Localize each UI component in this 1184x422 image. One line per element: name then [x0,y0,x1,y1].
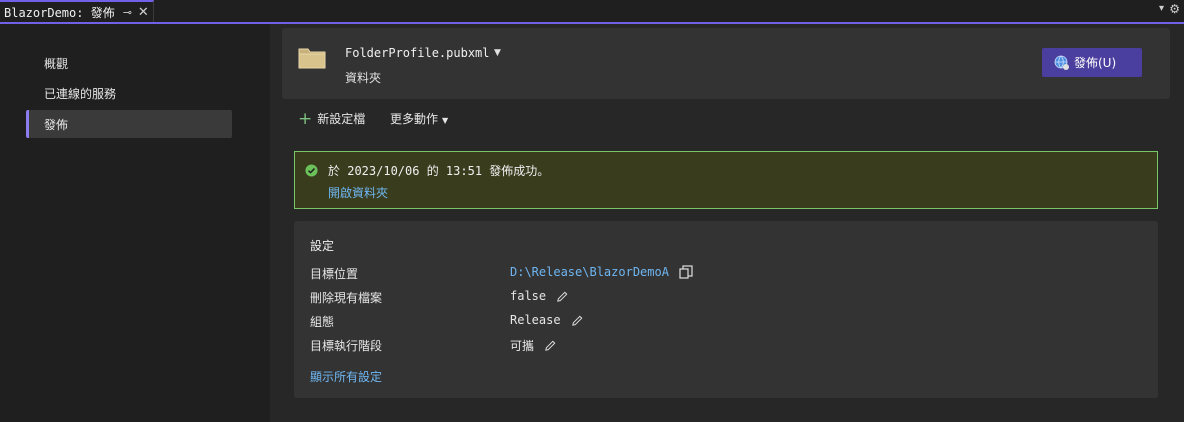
profile-selector[interactable]: FolderProfile.pubxml [345,46,490,60]
pencil-icon[interactable] [556,290,569,303]
nav-item-overview[interactable]: 概觀 [26,49,232,77]
pin-icon[interactable]: ⊸ [123,6,132,19]
setting-value-delete-existing: false [510,289,569,303]
pencil-icon[interactable] [571,314,584,327]
status-message: 於 2023/10/06 的 13:51 發佈成功。 [328,164,550,178]
new-profile-label: 新設定檔 [317,112,366,126]
globe-publish-icon [1054,55,1069,70]
document-tab-title: BlazorDemo: 發佈 [4,5,115,20]
setting-label: 目標位置 [310,267,359,281]
setting-value-text: 可攜 [510,339,535,353]
new-profile-button[interactable]: + 新設定檔 [298,110,365,127]
close-icon[interactable]: ✕ [138,5,149,20]
profile-card: FolderProfile.pubxml ▼ 資料夾 發佈(U) [282,28,1170,99]
profile-type: 資料夾 [345,71,382,85]
publish-success-banner: 於 2023/10/06 的 13:51 發佈成功。 開啟資料夾 [294,151,1158,209]
nav-item-label: 概觀 [44,56,69,71]
setting-value-target-runtime: 可攜 [510,337,557,354]
nav-item-publish[interactable]: 發佈 [26,110,232,138]
nav-item-connected-services[interactable]: 已連線的服務 [26,79,232,107]
more-actions-label: 更多動作 [390,112,439,126]
folder-icon [298,48,326,69]
publish-main-panel: FolderProfile.pubxml ▼ 資料夾 發佈(U) + 新設定檔 … [270,24,1184,422]
publish-button[interactable]: 發佈(U) [1042,48,1142,77]
chevron-down-icon[interactable]: ▼ [494,48,501,58]
setting-label: 目標執行階段 [310,339,383,353]
setting-value-configuration: Release [510,313,584,327]
copy-icon[interactable] [679,265,693,279]
settings-card: 設定 目標位置 D:\Release\BlazorDemoA 刪除現有檔案 fa… [294,221,1158,398]
plus-icon: + [298,108,313,129]
setting-value-text: Release [510,313,561,327]
gear-icon[interactable]: ⚙ [1169,2,1180,16]
setting-value-target-location[interactable]: D:\Release\BlazorDemoA [510,265,693,279]
show-all-settings-link[interactable]: 顯示所有設定 [310,368,382,385]
tab-overflow-icon[interactable]: ▾ [1159,3,1164,14]
pencil-icon[interactable] [544,339,557,352]
nav-item-label: 已連線的服務 [44,86,117,101]
document-tab[interactable]: BlazorDemo: 發佈 ⊸ ✕ [0,0,154,22]
setting-value-text[interactable]: D:\Release\BlazorDemoA [510,265,669,279]
more-actions-menu[interactable]: 更多動作 ▼ [390,110,448,127]
left-navigation: 概觀 已連線的服務 發佈 [0,24,270,422]
publish-button-label: 發佈(U) [1074,56,1117,70]
open-folder-link[interactable]: 開啟資料夾 [328,184,388,201]
setting-label: 刪除現有檔案 [310,291,383,305]
document-tab-bar: BlazorDemo: 發佈 ⊸ ✕ ▾ ⚙ [0,0,1184,24]
nav-item-label: 發佈 [44,117,69,132]
check-circle-icon [305,164,318,177]
setting-label: 組態 [310,315,335,329]
chevron-down-icon: ▼ [442,115,449,125]
setting-value-text: false [510,289,547,303]
settings-title: 設定 [310,239,335,253]
